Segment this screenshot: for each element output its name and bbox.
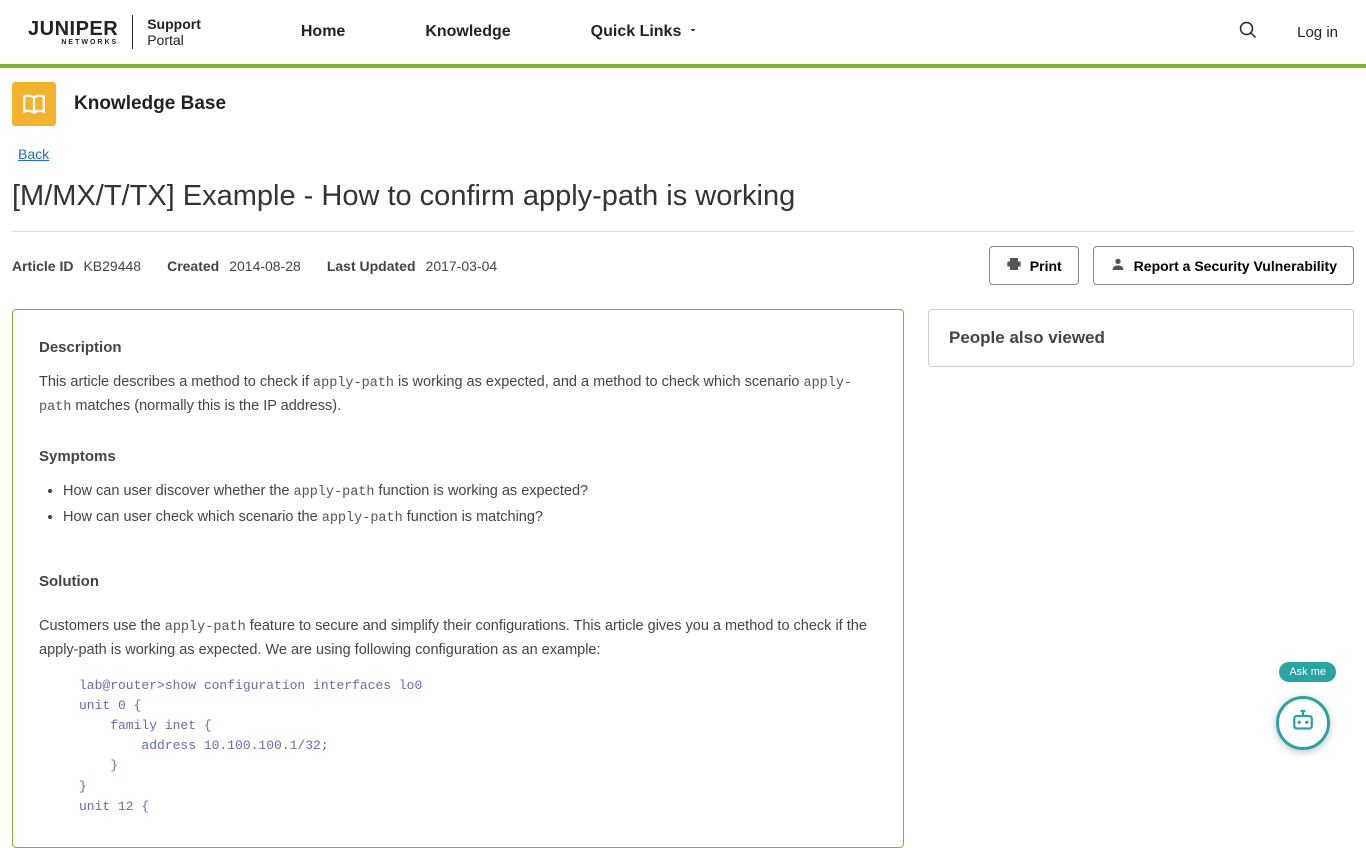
brand-sub: NETWORKS xyxy=(28,39,118,46)
heading-symptoms: Symptoms xyxy=(39,445,877,468)
search-icon[interactable] xyxy=(1239,21,1257,44)
login-link[interactable]: Log in xyxy=(1297,24,1338,41)
heading-solution: Solution xyxy=(39,570,877,593)
list-item: How can user check which scenario the ap… xyxy=(63,506,877,530)
robot-icon xyxy=(1288,706,1318,741)
logo-support-portal: Support Portal xyxy=(147,16,201,48)
primary-nav: Home Knowledge Quick Links xyxy=(301,23,700,41)
kb-banner: Knowledge Base xyxy=(0,68,1366,140)
code-apply-path: apply-path xyxy=(165,620,246,635)
article-meta: Article IDKB29448 Created2014-08-28 Last… xyxy=(12,258,497,274)
nav-knowledge-label: Knowledge xyxy=(425,23,510,41)
report-label: Report a Security Vulnerability xyxy=(1134,258,1337,274)
print-icon xyxy=(1006,256,1022,275)
article-actions: Print Report a Security Vulnerability xyxy=(989,246,1354,285)
person-icon xyxy=(1110,256,1126,275)
back-link[interactable]: Back xyxy=(18,146,49,162)
list-item: How can user discover whether the apply-… xyxy=(63,480,877,504)
logo-juniper: JUNIPER NETWORKS xyxy=(28,19,118,46)
meta-updated: Last Updated2017-03-04 xyxy=(327,258,497,274)
brand-logo[interactable]: JUNIPER NETWORKS Support Portal xyxy=(28,15,201,49)
nav-home-label: Home xyxy=(301,23,345,41)
article-title: [M/MX/T/TX] Example - How to confirm app… xyxy=(12,180,1354,213)
chat-button[interactable] xyxy=(1276,696,1330,750)
sidebar-people-also-viewed: People also viewed xyxy=(928,309,1354,367)
code-apply-path: apply-path xyxy=(313,376,394,391)
top-nav: JUNIPER NETWORKS Support Portal Home Kno… xyxy=(0,0,1366,68)
book-icon xyxy=(12,82,56,126)
chevron-down-icon xyxy=(687,23,699,41)
print-label: Print xyxy=(1030,258,1062,274)
code-apply-path: apply-path xyxy=(294,485,375,500)
portal-bottom: Portal xyxy=(147,32,201,48)
description-paragraph: This article describes a method to check… xyxy=(39,371,877,419)
symptoms-list: How can user discover whether the apply-… xyxy=(63,480,877,530)
meta-row: Article IDKB29448 Created2014-08-28 Last… xyxy=(12,246,1354,285)
brand-name: JUNIPER xyxy=(28,18,118,40)
sidebar-title: People also viewed xyxy=(949,328,1333,348)
meta-created: Created2014-08-28 xyxy=(167,258,301,274)
portal-top: Support xyxy=(147,16,201,32)
heading-description: Description xyxy=(39,336,877,359)
chat-tooltip: Ask me xyxy=(1279,662,1336,682)
nav-home[interactable]: Home xyxy=(301,23,345,41)
nav-knowledge[interactable]: Knowledge xyxy=(425,23,510,41)
logo-divider xyxy=(132,15,133,49)
print-button[interactable]: Print xyxy=(989,246,1079,285)
meta-article-id: Article IDKB29448 xyxy=(12,258,141,274)
article-body: Description This article describes a met… xyxy=(12,309,904,848)
kb-section-title: Knowledge Base xyxy=(74,93,226,115)
title-rule xyxy=(12,231,1354,232)
nav-quick-label: Quick Links xyxy=(591,23,682,41)
nav-quick-links[interactable]: Quick Links xyxy=(591,23,700,41)
code-apply-path: apply-path xyxy=(322,511,403,526)
solution-paragraph: Customers use the apply-path feature to … xyxy=(39,615,877,661)
report-vuln-button[interactable]: Report a Security Vulnerability xyxy=(1093,246,1354,285)
chat-assistant: Ask me xyxy=(1276,696,1330,750)
code-block: lab@router>show configuration interfaces… xyxy=(79,676,877,817)
